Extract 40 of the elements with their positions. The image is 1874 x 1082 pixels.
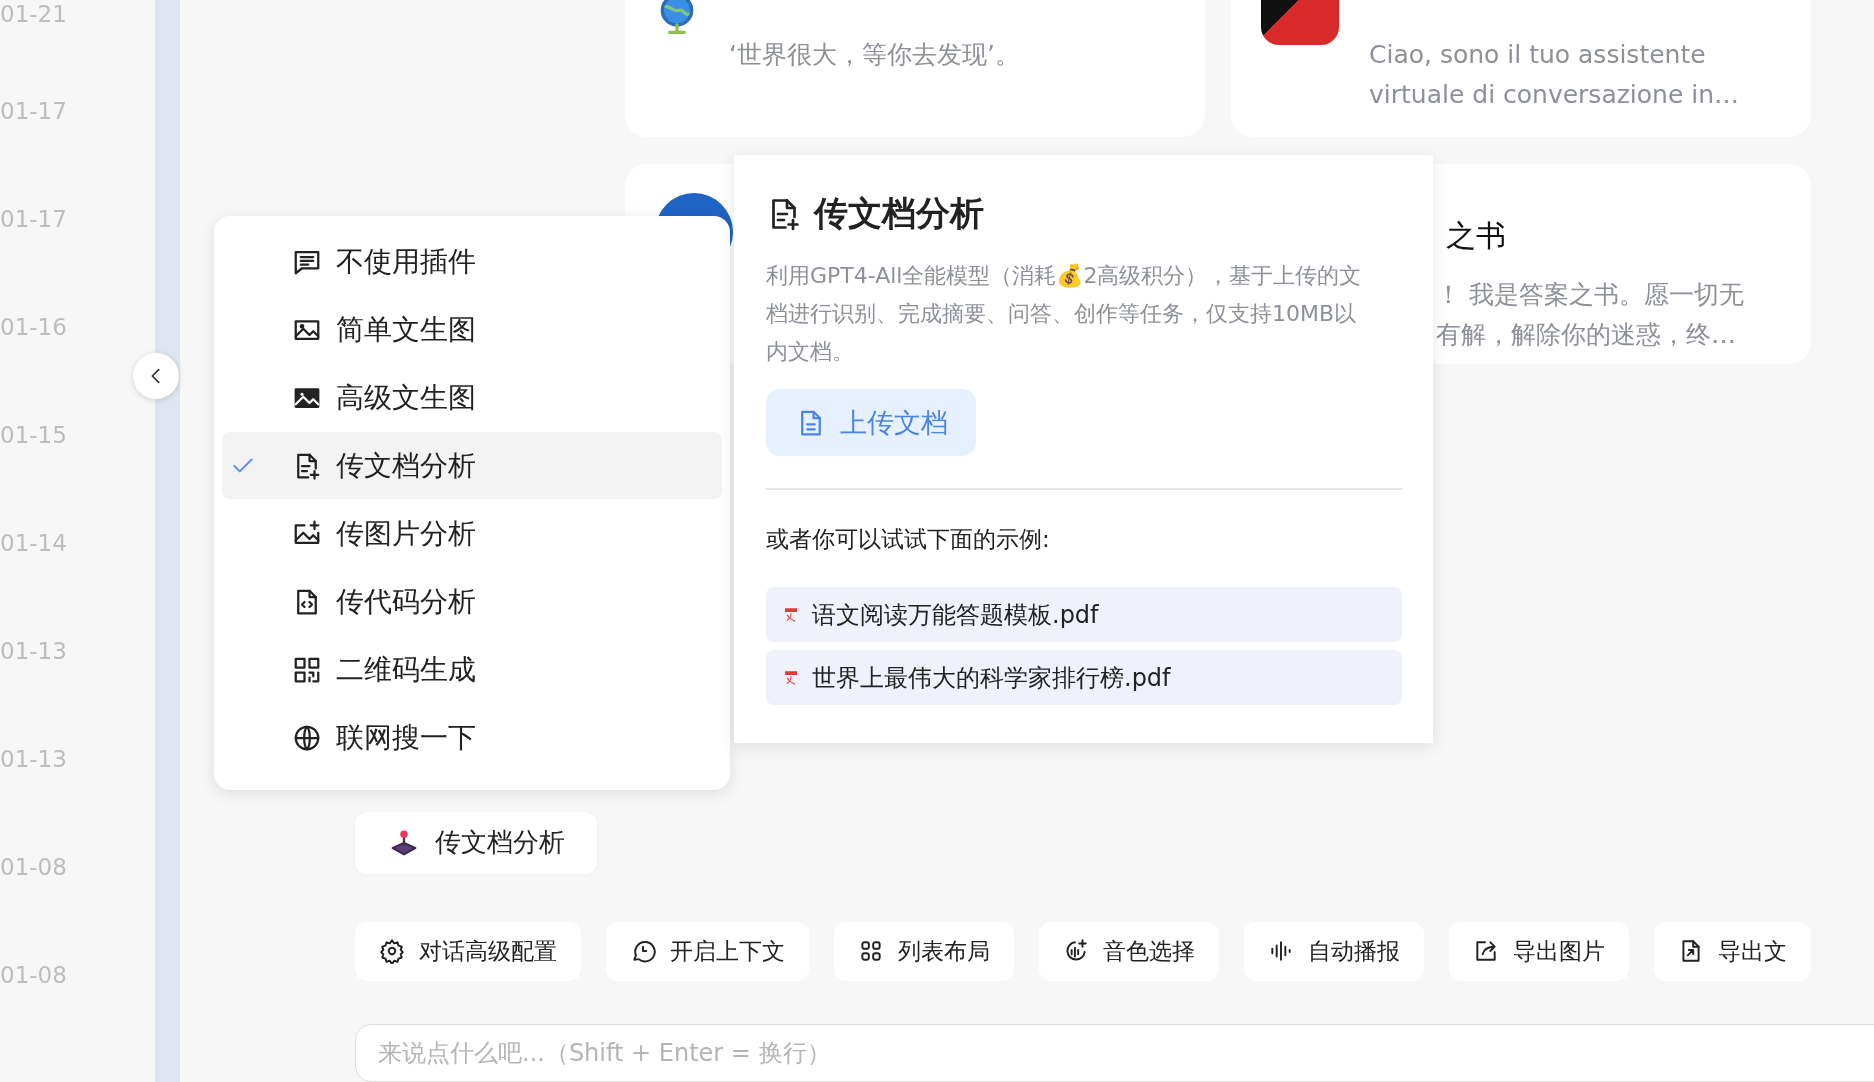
pdf-icon [782, 605, 800, 624]
date-label: 01-16 [0, 313, 68, 341]
pdf-icon [782, 668, 800, 687]
chat-clock-icon [630, 938, 656, 965]
toolbar-button[interactable]: 导出图片 [1449, 921, 1629, 981]
card-title: 之书 [1445, 217, 1507, 255]
menu-item[interactable]: 传文档分析 [222, 432, 722, 499]
message-input[interactable]: 来说点什么吧...（Shift + Enter = 换行） [355, 1023, 1874, 1082]
current-plugin-chip[interactable]: 传文档分析 [355, 812, 597, 874]
date-label: 01-13 [0, 637, 68, 665]
menu-item[interactable]: 二维码生成 [222, 636, 722, 703]
card-description: ‘世界很大，等你去发现’。 [729, 39, 1020, 71]
date-label: 01-14 [0, 529, 68, 557]
date-label: 01-08 [0, 853, 68, 881]
menu-item[interactable]: 不使用插件 [222, 228, 722, 295]
example-file[interactable]: 世界上最伟大的科学家排行榜.pdf [766, 650, 1402, 705]
date-label: 01-21 [0, 0, 68, 28]
popup-title: 传文档分析 [814, 192, 984, 235]
menu-item[interactable]: 联网搜一下 [222, 704, 722, 771]
settings-icon [379, 938, 405, 965]
menu-item[interactable]: 传代码分析 [222, 568, 722, 635]
menu-item[interactable]: 简单文生图 [222, 296, 722, 363]
plugin-name: 传文档分析 [435, 826, 565, 860]
toolbar-button[interactable]: 列表布局 [834, 921, 1014, 981]
menu-item[interactable]: 传图片分析 [222, 500, 722, 567]
toolbar-button[interactable]: 对话高级配置 [355, 921, 581, 981]
toolbar-button[interactable]: 自动播报 [1244, 921, 1424, 981]
toolbar-button[interactable]: 导出文 [1654, 921, 1811, 981]
card-description: ！ 我是答案之书。愿一切无 有解，解除你的迷惑，终… [1436, 279, 1744, 351]
date-label: 01-17 [0, 205, 68, 233]
date-label: 01-13 [0, 745, 68, 773]
toolbar-button[interactable]: 开启上下文 [606, 921, 809, 981]
card-description: Ciao, sono il tuo assistente virtuale di conversazione in… [1369, 39, 1740, 111]
menu-item[interactable]: 高级文生图 [222, 364, 722, 431]
date-label: 01-17 [0, 97, 68, 125]
date-label: 01-15 [0, 421, 68, 449]
toolbar-button[interactable]: 音色选择 [1039, 921, 1219, 981]
examples-heading: 或者你可以试试下面的示例: [766, 525, 1051, 554]
example-file[interactable]: 语文阅读万能答题模板.pdf [766, 587, 1402, 642]
date-label: 01-08 [0, 961, 68, 989]
